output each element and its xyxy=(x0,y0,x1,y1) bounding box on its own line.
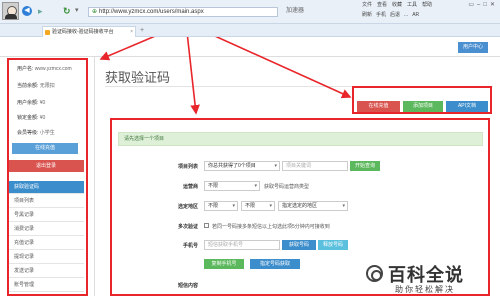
get-number-button[interactable]: 获取号码 xyxy=(282,240,316,250)
project-label: 项目列表 xyxy=(177,164,198,170)
region-select-province[interactable]: 不限 ▾ xyxy=(204,201,238,211)
online-topup-button[interactable]: 在线充值 xyxy=(357,101,400,112)
region-select-2-value: 不限 xyxy=(245,203,256,209)
info-current-balance: 当前余额: 无限扣 xyxy=(17,83,55,89)
logout-button[interactable]: 退出登录 xyxy=(8,160,84,172)
menu-view[interactable]: 查看 xyxy=(377,2,387,8)
notice-banner: 请先选择一个项目 xyxy=(118,132,483,146)
region-label: 选定地区 xyxy=(177,204,198,210)
region-select-city[interactable]: 不限 ▾ xyxy=(241,201,275,211)
region-mode-select[interactable]: 指定选定的地区 ▾ xyxy=(278,201,348,211)
info-username: 用户名: www.yzmcx.com xyxy=(17,66,72,72)
browser-toolbar: ◀ ▸ ↻ ▾ ⊕ http://www.yzmcx.com/users/main… xyxy=(0,0,500,24)
sms-label: 短信内容 xyxy=(177,283,198,289)
tool-ar[interactable]: AR xyxy=(412,12,419,18)
tool-refresh[interactable]: 刷新 xyxy=(362,12,372,18)
user-avatar[interactable] xyxy=(2,2,19,20)
project-select[interactable]: 你总共获得了0个项目 ▾ xyxy=(204,161,280,171)
close-tab-icon[interactable]: × xyxy=(130,27,133,37)
title-divider xyxy=(105,86,493,87)
add-project-button[interactable]: 添加项目 xyxy=(403,101,443,112)
phone-input[interactable]: 短信获取手机号 xyxy=(204,240,280,250)
browser-tool-icons: 刷新 手机 后退... AR xyxy=(362,11,423,18)
menu-favorites[interactable]: 收藏 xyxy=(392,2,402,8)
sidebar-item-blacklist[interactable]: 号黑记录 xyxy=(8,209,84,222)
user-center-button[interactable]: 用户中心 xyxy=(457,42,488,53)
back-arrow-icon[interactable]: ◀ xyxy=(22,6,32,16)
chevron-down-icon: ▾ xyxy=(254,183,257,189)
menu-file[interactable]: 文件 xyxy=(362,2,372,8)
watermark-logo-icon xyxy=(366,265,383,282)
operator-select[interactable]: 不限 ▾ xyxy=(204,181,260,191)
browser-menu: 文件 查看 收藏 工具 帮助 xyxy=(362,1,437,8)
operator-label: 运营商 xyxy=(182,184,198,190)
window-controls[interactable]: ▭‒□✕ xyxy=(468,1,498,8)
sidebar-item-send-log[interactable]: 发送记录 xyxy=(8,265,84,278)
info-user-balance: 用户余额: ¥0 xyxy=(17,100,46,106)
menu-tools[interactable]: 工具 xyxy=(407,2,417,8)
project-search-input[interactable]: 项目关键词 xyxy=(282,161,348,171)
address-text: http://www.yzmcx.com/users/main.aspx xyxy=(99,9,204,15)
info-locked-amount: 锁定金额: ¥0 xyxy=(17,115,46,121)
region-hint: 指定选定的地区 xyxy=(282,203,318,209)
phone-label: 手机号 xyxy=(182,243,198,249)
reload-icon[interactable]: ↻ xyxy=(63,6,71,16)
chevron-down-icon: ▾ xyxy=(342,203,345,209)
operator-hint: 获取号码运营商类型 xyxy=(264,184,310,190)
info-member-level: 会员等级: 小学生 xyxy=(17,130,55,136)
operator-select-value: 不限 xyxy=(208,183,219,189)
sidebar-item-consumption[interactable]: 消费记录 xyxy=(8,223,84,236)
start-query-button[interactable]: 开始查询 xyxy=(350,161,380,171)
address-bar[interactable]: ⊕ http://www.yzmcx.com/users/main.aspx xyxy=(88,7,278,17)
browser-tab[interactable]: 验证码接收-验证码接收平台 × xyxy=(42,26,136,37)
page-title: 获取验证码 xyxy=(105,70,171,85)
sidebar-item-get-code[interactable]: 获取验证码 xyxy=(8,181,84,194)
sidebar-item-recharge[interactable]: 充值记录 xyxy=(8,237,84,250)
secure-icon: ⊕ xyxy=(92,9,98,15)
forward-arrow-icon[interactable]: ▸ xyxy=(38,6,43,16)
specify-number-button[interactable]: 指定号码获取 xyxy=(250,259,300,269)
page-header: 用户中心 xyxy=(0,37,500,57)
tool-more[interactable]: ... xyxy=(404,12,408,18)
sidebar-top-up-button[interactable]: 在线充值 xyxy=(12,143,78,154)
chevron-down-icon: ▾ xyxy=(269,203,272,209)
release-number-button[interactable]: 释放号码 xyxy=(318,240,348,250)
sidebar-item-account[interactable]: 账号管理 xyxy=(8,279,84,292)
web-page: 用户中心 用户名: www.yzmcx.com 当前余额: 无限扣 用户余额: … xyxy=(0,37,500,296)
tool-back[interactable]: 后退 xyxy=(390,12,400,18)
api-docs-button[interactable]: API文档 xyxy=(446,101,488,112)
multi-verify-checkbox[interactable] xyxy=(204,223,209,228)
watermark-subtitle: 助你轻松解决 xyxy=(395,285,455,294)
sidebar: 用户名: www.yzmcx.com 当前余额: 无限扣 用户余额: ¥0 锁定… xyxy=(0,57,95,296)
region-select-1-value: 不限 xyxy=(208,203,219,209)
sidebar-item-withdraw[interactable]: 提现记录 xyxy=(8,251,84,264)
multi-verify-hint: 若同一号码接多条短信以上勾选此项5分钟内可接收到 xyxy=(212,224,330,230)
project-select-value: 你总共获得了0个项目 xyxy=(208,163,256,169)
dropdown-icon[interactable]: ▾ xyxy=(75,6,79,16)
tab-bar: 验证码接收-验证码接收平台 × + xyxy=(0,24,500,37)
site-favicon-icon xyxy=(45,30,50,35)
multi-verify-label: 多次验证 xyxy=(177,224,198,230)
copy-number-button[interactable]: 复制手机号 xyxy=(204,259,244,269)
new-tab-button[interactable]: + xyxy=(140,27,144,34)
tab-title: 验证码接收-验证码接收平台 xyxy=(52,29,114,35)
chevron-down-icon: ▾ xyxy=(274,163,277,169)
chevron-down-icon: ▾ xyxy=(232,203,235,209)
accelerator-button[interactable]: 加速器 xyxy=(286,7,304,16)
menu-help[interactable]: 帮助 xyxy=(422,2,432,8)
sidebar-item-projects[interactable]: 项目列表 xyxy=(8,195,84,208)
tool-mobile[interactable]: 手机 xyxy=(376,12,386,18)
